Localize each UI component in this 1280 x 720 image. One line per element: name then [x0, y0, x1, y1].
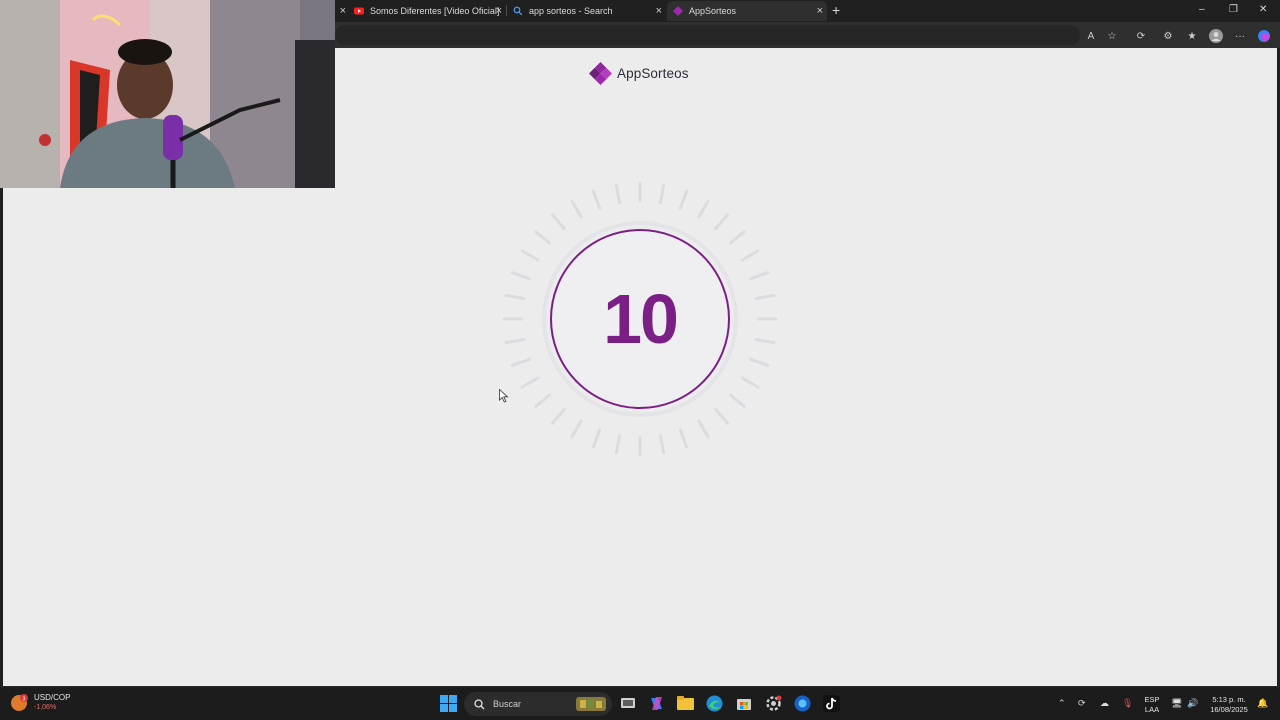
halo-tick	[740, 376, 760, 389]
language-indicator[interactable]: ESP LAA	[1142, 695, 1162, 715]
halo-tick	[504, 337, 526, 345]
halo-tick	[749, 357, 770, 368]
halo-tick	[728, 230, 746, 245]
widgets-icon	[576, 697, 606, 711]
halo-tick	[678, 189, 689, 210]
file-explorer-icon[interactable]	[677, 695, 694, 713]
edge-icon[interactable]	[706, 695, 723, 713]
halo-tick	[504, 293, 526, 301]
network-icon[interactable]: 🖥	[1171, 698, 1182, 709]
copilot-icon[interactable]	[1257, 29, 1271, 43]
language-code: ESP	[1144, 695, 1160, 704]
widget-label: USD/COP	[34, 693, 71, 702]
halo-tick	[614, 183, 622, 205]
appsorteos-logo[interactable]: AppSorteos	[589, 62, 689, 85]
webcam-overlay	[0, 0, 335, 188]
search-icon	[474, 698, 485, 709]
microphone-icon[interactable]: 🎙	[1122, 698, 1133, 709]
windows-start-icon[interactable]	[440, 695, 457, 713]
close-icon[interactable]: ×	[656, 4, 662, 18]
close-icon[interactable]: ×	[496, 4, 502, 18]
search-icon	[513, 6, 523, 16]
close-icon[interactable]: ×	[340, 4, 346, 18]
more-icon[interactable]: ···	[1233, 29, 1247, 43]
tiktok-icon[interactable]	[823, 695, 840, 713]
halo-tick	[678, 428, 689, 449]
search-placeholder: Buscar	[493, 699, 522, 709]
halo-tick	[534, 393, 552, 408]
read-aloud-icon[interactable]: A	[1084, 29, 1098, 43]
halo-tick	[754, 337, 776, 345]
halo-tick	[749, 270, 770, 281]
chevron-up-icon[interactable]: ⌃	[1058, 698, 1066, 709]
countdown-circle: 10	[550, 229, 730, 409]
favorites-icon[interactable]: ★	[1185, 29, 1199, 43]
logo-text: AppSorteos	[617, 66, 689, 81]
halo-tick	[510, 270, 531, 281]
streamer-camera-image	[0, 0, 335, 188]
halo-tick	[697, 419, 710, 439]
halo-tick	[697, 199, 710, 219]
stock-widget-icon: 3	[11, 694, 28, 711]
taskbar-search-box[interactable]: Buscar	[464, 692, 612, 716]
halo-tick	[520, 376, 540, 389]
widget-usd-cop[interactable]: 3 USD/COP -1,06%	[10, 693, 70, 713]
youtube-icon	[354, 6, 364, 16]
countdown-number: 10	[603, 280, 679, 358]
halo-tick	[658, 183, 666, 205]
store-icon[interactable]	[736, 695, 752, 713]
tab-title: app sorteos - Search	[529, 6, 613, 16]
widget-badge: 3	[22, 696, 25, 702]
halo-tick	[591, 189, 602, 210]
tab-close-partial[interactable]: ×	[336, 1, 348, 21]
clock[interactable]: 5:13 p. m. 16/08/2025	[1204, 695, 1254, 715]
profile-icon[interactable]	[1209, 29, 1223, 43]
extensions-icon[interactable]: ⚙	[1161, 29, 1175, 43]
tab-title: Somos Diferentes [Video Oficial]	[370, 6, 500, 16]
halo-tick	[740, 249, 760, 262]
clock-date: 16/08/2025	[1210, 705, 1248, 714]
clock-time: 5:13 p. m.	[1212, 695, 1246, 704]
task-view-icon[interactable]	[620, 695, 636, 713]
halo-tick	[520, 249, 540, 262]
favorite-star-icon[interactable]: ☆	[1105, 29, 1119, 43]
halo-tick	[551, 213, 566, 231]
tab-search[interactable]: app sorteos - Search ×	[507, 1, 666, 21]
appsorteos-favicon	[673, 6, 683, 16]
sync-icon[interactable]: ⟳	[1078, 698, 1086, 709]
volume-icon[interactable]: 🔊	[1187, 698, 1198, 709]
tab-youtube[interactable]: Somos Diferentes [Video Oficial] ×	[348, 1, 506, 21]
halo-tick	[551, 407, 566, 425]
halo-tick	[754, 293, 776, 301]
close-window-button[interactable]: ✕	[1259, 3, 1267, 17]
settings-icon[interactable]	[765, 695, 782, 713]
halo-tick	[591, 428, 602, 449]
halo-tick	[714, 407, 729, 425]
restore-button[interactable]: ❐	[1229, 3, 1238, 17]
halo-tick	[714, 213, 729, 231]
halo-tick	[614, 433, 622, 455]
halo-tick	[658, 433, 666, 455]
copilot-icon[interactable]	[648, 695, 665, 713]
cloud-icon[interactable]: ☁	[1100, 698, 1109, 709]
halo-tick	[728, 393, 746, 408]
browser-icon[interactable]	[794, 695, 811, 713]
halo-tick	[570, 199, 583, 219]
widget-value: -1,06%	[34, 704, 57, 711]
close-icon[interactable]: ×	[817, 4, 823, 18]
notification-bell-icon[interactable]: 🔔	[1257, 698, 1268, 709]
address-field[interactable]	[335, 25, 1080, 45]
new-tab-button[interactable]: +	[832, 3, 840, 17]
tab-title: AppSorteos	[689, 6, 737, 16]
halo-tick	[510, 357, 531, 368]
appsorteos-logo-icon	[589, 62, 612, 85]
minimize-button[interactable]: –	[1199, 3, 1205, 17]
halo-tick	[534, 230, 552, 245]
tab-appsorteos[interactable]: AppSorteos ×	[667, 1, 827, 21]
refresh-extension-icon[interactable]: ⟳	[1134, 29, 1148, 43]
keyboard-layout: LAA	[1144, 705, 1160, 714]
halo-tick	[570, 419, 583, 439]
mouse-cursor-icon	[499, 389, 509, 403]
windows-taskbar: 3 USD/COP -1,06% Buscar ⌃ ⟳ ☁ 🎙 ESP LAA …	[0, 686, 1280, 720]
